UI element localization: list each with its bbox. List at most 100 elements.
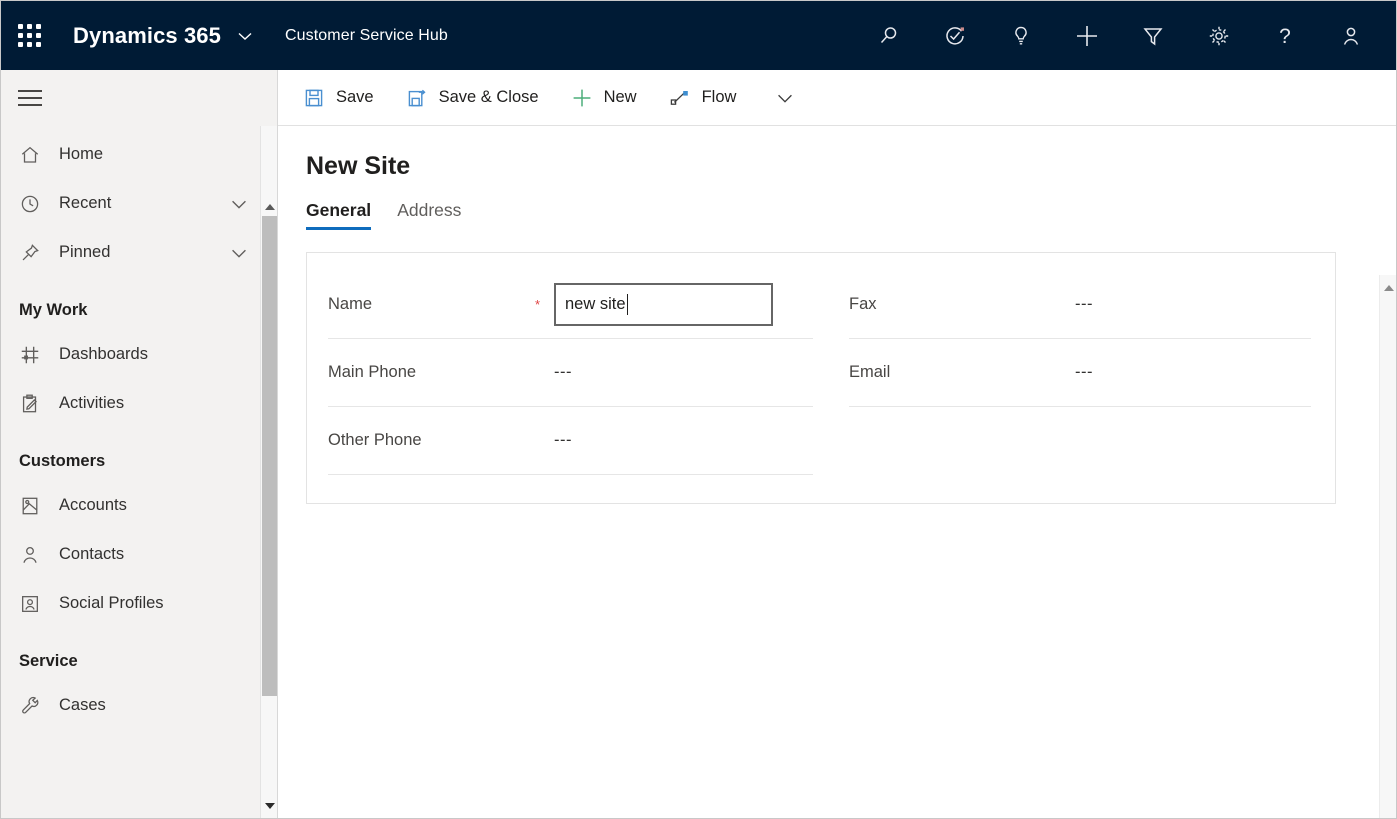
scroll-down-arrow-icon[interactable] xyxy=(261,797,278,814)
name-input[interactable]: new site xyxy=(554,283,773,326)
clipboard-icon xyxy=(19,393,49,415)
tab-general[interactable]: General xyxy=(306,200,371,230)
sidebar-item-activities[interactable]: Activities xyxy=(1,379,250,428)
sidebar-item-label: Accounts xyxy=(59,496,127,515)
sidebar-item-pinned[interactable]: Pinned xyxy=(1,228,250,277)
form-card: Name * new site Main Phone --- xyxy=(306,252,1336,504)
sidebar-item-accounts[interactable]: Accounts xyxy=(1,481,250,530)
sidebar-item-label: Home xyxy=(59,145,103,164)
form-tabs: General Address xyxy=(306,200,1396,230)
sidebar-item-label: Recent xyxy=(59,194,111,213)
tab-address[interactable]: Address xyxy=(397,200,461,230)
form-column-left: Name * new site Main Phone --- xyxy=(307,253,821,503)
new-label: New xyxy=(604,88,637,107)
new-button[interactable]: New xyxy=(569,70,651,126)
text-caret xyxy=(627,294,628,315)
sidebar-scroll-thumb[interactable] xyxy=(262,216,277,696)
sidebar-item-contacts[interactable]: Contacts xyxy=(1,530,250,579)
sidebar-item-label: Cases xyxy=(59,696,106,715)
main-area: Save Save & Close New xyxy=(278,70,1396,818)
pin-icon xyxy=(19,242,49,264)
sidebar-scrollbar[interactable] xyxy=(260,126,277,818)
chevron-down-icon[interactable] xyxy=(228,242,250,264)
email-value[interactable]: --- xyxy=(1075,363,1093,382)
field-main-phone: Main Phone --- xyxy=(328,339,813,407)
wrench-icon xyxy=(19,695,49,717)
sidebar-item-social-profiles[interactable]: Social Profiles xyxy=(1,579,250,628)
sitemap-sidebar: Home Recent Pinned xyxy=(1,70,278,818)
main-phone-value[interactable]: --- xyxy=(554,363,572,382)
command-bar-overflow-chevron-down-icon[interactable] xyxy=(766,70,804,126)
field-label: Fax xyxy=(849,295,1053,314)
sidebar-item-label: Dashboards xyxy=(59,345,148,364)
dashboard-icon xyxy=(19,344,49,366)
flow-icon xyxy=(667,88,693,108)
funnel-icon[interactable] xyxy=(1120,1,1186,70)
account-icon xyxy=(19,495,49,517)
save-and-close-button[interactable]: Save & Close xyxy=(404,70,553,126)
name-input-value: new site xyxy=(565,295,626,314)
dynamics-365-window: Dynamics 365 Customer Service Hub xyxy=(0,0,1397,819)
scroll-up-arrow-icon[interactable] xyxy=(261,198,278,215)
sidebar-item-label: Social Profiles xyxy=(59,594,164,613)
other-phone-value[interactable]: --- xyxy=(554,431,572,450)
chevron-down-icon[interactable] xyxy=(235,26,255,46)
sidebar-group-customers: Customers xyxy=(1,428,250,481)
field-label: Other Phone xyxy=(328,431,532,450)
question-mark-icon[interactable]: ? xyxy=(1252,1,1318,70)
flow-button[interactable]: Flow xyxy=(667,70,751,126)
field-other-phone: Other Phone --- xyxy=(328,407,813,475)
app-launcher-icon[interactable] xyxy=(1,1,57,70)
check-circle-arrow-icon[interactable] xyxy=(922,1,988,70)
floppy-disk-icon xyxy=(301,88,327,108)
field-email: Email --- xyxy=(849,339,1311,407)
clock-icon xyxy=(19,193,49,215)
floppy-disk-arrow-icon xyxy=(404,88,430,108)
sidebar-item-label: Contacts xyxy=(59,545,124,564)
main-scrollbar[interactable] xyxy=(1379,275,1396,818)
sidebar-item-label: Activities xyxy=(59,394,124,413)
save-label: Save xyxy=(336,88,374,107)
chevron-down-icon[interactable] xyxy=(228,193,250,215)
field-fax: Fax --- xyxy=(849,271,1311,339)
field-label: Main Phone xyxy=(328,363,532,382)
app-body: Home Recent Pinned xyxy=(1,70,1396,818)
hamburger-menu-icon[interactable] xyxy=(1,70,277,126)
command-bar: Save Save & Close New xyxy=(278,70,1396,126)
save-button[interactable]: Save xyxy=(301,70,388,126)
scroll-up-arrow-icon[interactable] xyxy=(1380,279,1397,296)
sidebar-group-my-work: My Work xyxy=(1,277,250,330)
required-indicator: * xyxy=(532,297,554,312)
flow-label: Flow xyxy=(702,88,737,107)
sidebar-group-service: Service xyxy=(1,628,250,681)
header-actions: ? xyxy=(856,1,1396,70)
sidebar-item-label: Pinned xyxy=(59,243,110,262)
field-name: Name * new site xyxy=(328,271,813,339)
page-title: New Site xyxy=(306,126,1396,181)
waffle-grid xyxy=(18,24,41,47)
field-label: Name xyxy=(328,295,532,314)
svg-text:?: ? xyxy=(1279,25,1291,48)
sidebar-item-home[interactable]: Home xyxy=(1,130,250,179)
person-icon xyxy=(19,544,49,566)
sidebar-item-cases[interactable]: Cases xyxy=(1,681,250,730)
search-icon[interactable] xyxy=(856,1,922,70)
save-and-close-label: Save & Close xyxy=(439,88,539,107)
app-name: Customer Service Hub xyxy=(285,27,448,45)
field-label: Email xyxy=(849,363,1053,382)
home-icon xyxy=(19,144,49,166)
fax-value[interactable]: --- xyxy=(1075,295,1093,314)
sitemap-nav: Home Recent Pinned xyxy=(1,126,277,818)
lightbulb-icon[interactable] xyxy=(988,1,1054,70)
plus-icon xyxy=(569,87,595,109)
form-column-right: Fax --- Email --- xyxy=(821,253,1335,503)
gear-icon[interactable] xyxy=(1186,1,1252,70)
person-icon[interactable] xyxy=(1318,1,1384,70)
social-profile-icon xyxy=(19,593,49,615)
top-header: Dynamics 365 Customer Service Hub xyxy=(1,1,1396,70)
sidebar-item-dashboards[interactable]: Dashboards xyxy=(1,330,250,379)
sidebar-item-recent[interactable]: Recent xyxy=(1,179,250,228)
plus-icon[interactable] xyxy=(1054,1,1120,70)
form-content: New Site General Address Name * new site xyxy=(278,126,1396,818)
brand-title[interactable]: Dynamics 365 xyxy=(73,23,221,49)
